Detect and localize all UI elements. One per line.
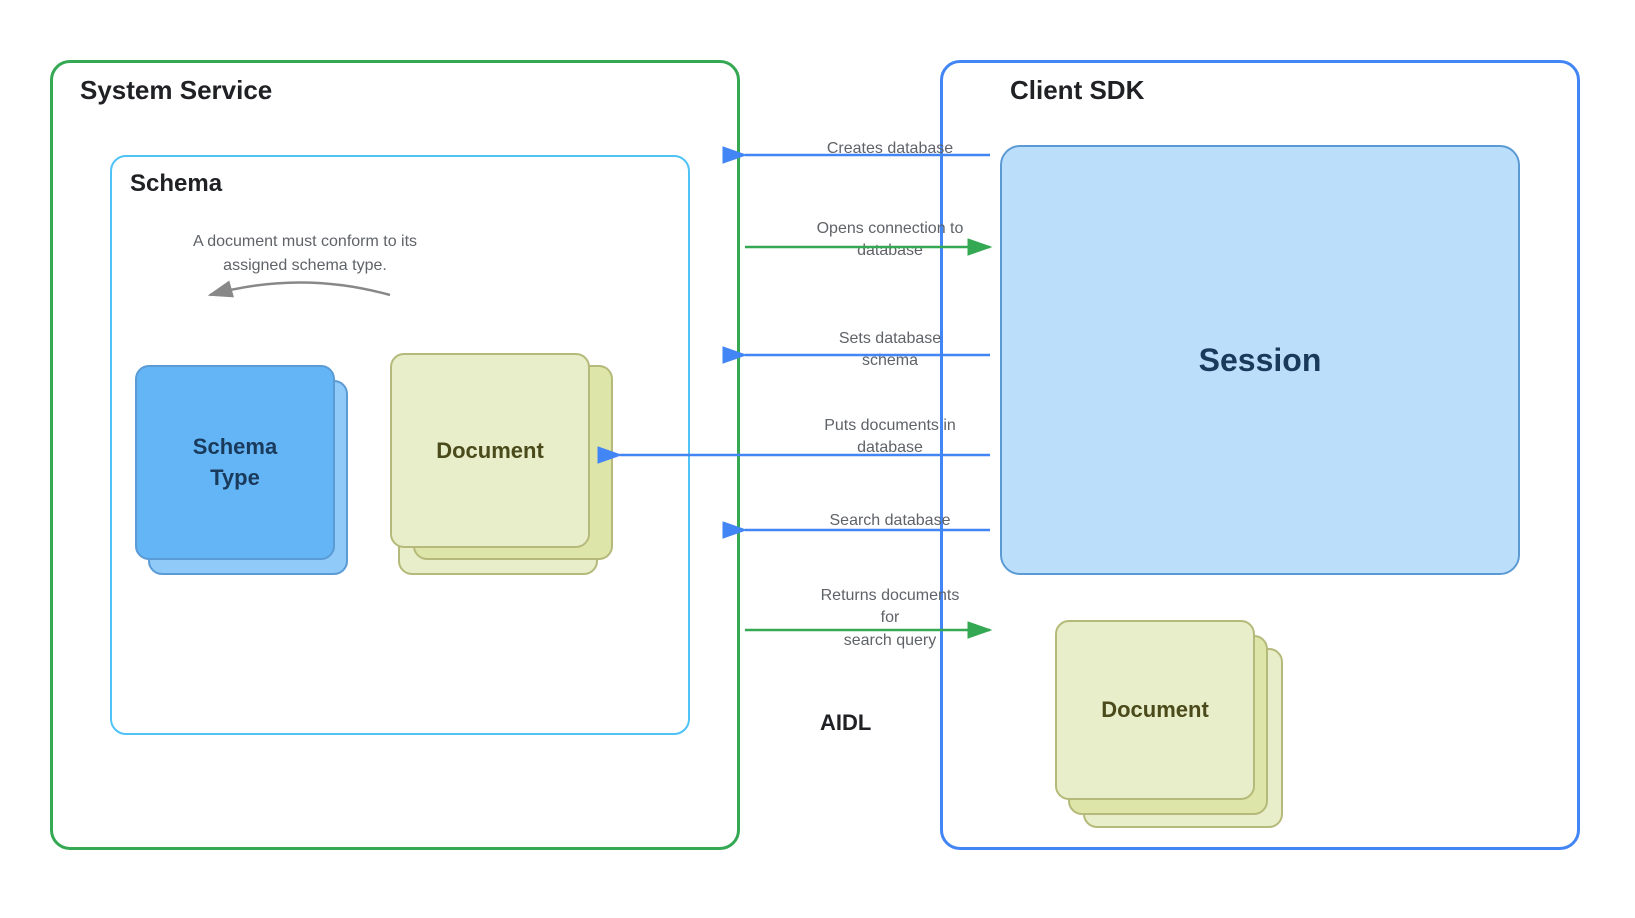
schema-type-label: SchemaType	[193, 432, 277, 494]
system-service-label: System Service	[80, 75, 272, 106]
arrow-label-search-db: Search database	[810, 510, 970, 532]
doc-front-client: Document	[1055, 620, 1255, 800]
arrow-label-sets-schema: Sets database schema	[810, 328, 970, 373]
schema-curved-arrow	[160, 280, 440, 360]
schema-label: Schema	[130, 170, 222, 198]
document-label-schema: Document	[436, 438, 544, 464]
arrow-label-opens-connection: Opens connection todatabase	[810, 218, 970, 263]
document-front-card: Document	[390, 353, 590, 548]
arrow-label-puts-docs: Puts documents indatabase	[810, 415, 970, 460]
session-card: Session	[1000, 145, 1520, 575]
schema-type-front-card: SchemaType	[135, 365, 335, 560]
session-label: Session	[1199, 342, 1322, 379]
arrow-label-creates-db: Creates database	[810, 138, 970, 160]
client-sdk-label: Client SDK	[1010, 75, 1144, 106]
aidl-label: AIDL	[820, 710, 871, 736]
diagram-container: System Service Schema A document must co…	[0, 0, 1635, 918]
arrow-label-returns-docs: Returns documents forsearch query	[810, 585, 970, 652]
schema-description: A document must conform to its assigned …	[165, 230, 445, 278]
document-label-client: Document	[1101, 697, 1209, 723]
